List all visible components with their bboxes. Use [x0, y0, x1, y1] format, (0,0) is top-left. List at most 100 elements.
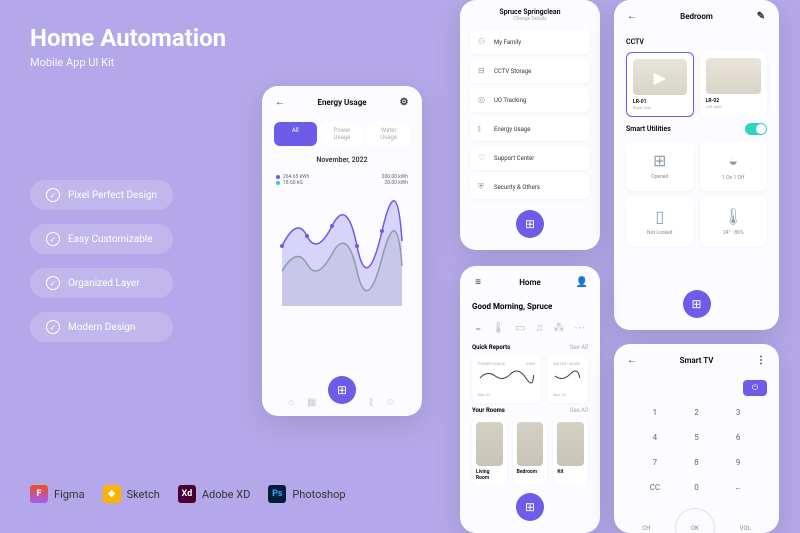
phone-energy: ← Energy Usage ⚙ All Power Usage Water U…: [262, 86, 422, 416]
fab-button[interactable]: ⊞: [516, 493, 544, 521]
back-icon[interactable]: ←: [626, 354, 638, 366]
dot-icon: [276, 175, 280, 179]
fab-button[interactable]: ⊞: [683, 290, 711, 318]
ok-button[interactable]: OK: [675, 508, 715, 533]
back-icon[interactable]: ←: [626, 10, 638, 22]
key-3[interactable]: 3: [717, 400, 759, 425]
cctv-thumbnail: ▶: [633, 59, 687, 95]
figma-icon: F: [30, 485, 48, 503]
tab-all[interactable]: All: [274, 122, 317, 146]
cat-music-icon[interactable]: ♫: [535, 321, 543, 334]
volume-label[interactable]: VOL: [740, 525, 751, 532]
see-all-link[interactable]: See All: [570, 344, 588, 351]
storage-icon: ⊟: [478, 66, 488, 76]
menu-security[interactable]: ⛨Security & Others: [470, 175, 590, 199]
key-back[interactable]: ←: [717, 475, 759, 500]
tab-water[interactable]: Water Usage: [367, 122, 410, 146]
utilities-label: Smart Utilities: [626, 125, 671, 133]
nav-user-icon[interactable]: ☺: [385, 397, 395, 408]
report-water[interactable]: WATER USAGE Nov 22: [547, 355, 588, 403]
nav-home-icon[interactable]: ⌂: [288, 397, 294, 408]
hero-subtitle: Mobile App UI Kit: [30, 56, 226, 69]
page-title: Bedroom: [638, 12, 755, 21]
avatar[interactable]: 👤: [576, 276, 588, 288]
thermometer-icon: 🌡: [706, 207, 762, 226]
key-0[interactable]: 0: [676, 475, 718, 500]
cat-thermo-icon[interactable]: 🌡: [491, 321, 505, 334]
key-4[interactable]: 4: [634, 425, 676, 450]
sketch-icon: ◆: [103, 485, 121, 503]
util-thermo[interactable]: 🌡24° · 86%: [700, 197, 768, 246]
util-curtain[interactable]: ⊞Opened: [626, 141, 694, 191]
room-card[interactable]: Living Room: [472, 418, 507, 485]
channel-label[interactable]: CH: [642, 525, 650, 532]
tool-figma: FFigma: [30, 485, 85, 503]
features-list: ✓Pixel Perfect Design ✓Easy Customizable…: [30, 180, 173, 342]
room-thumbnail: [557, 422, 584, 466]
feature-item: ✓Pixel Perfect Design: [30, 180, 173, 210]
menu-support[interactable]: ♡Support Center: [470, 146, 590, 170]
menu-energy[interactable]: ⫾Energy Usage: [470, 117, 590, 141]
phone-tv: ← Smart TV ⋮ ⏻ 1 2 3 4 5 6 7 8 9 CC 0 ← …: [614, 344, 779, 533]
util-door[interactable]: ▯Not Locked: [626, 197, 694, 246]
page-title: Energy Usage: [286, 98, 398, 107]
greeting: Good Morning, Spruce: [460, 298, 600, 315]
dot-icon: [276, 181, 280, 185]
chart-svg: [276, 196, 408, 316]
util-light[interactable]: ◒1 On 1 Off: [700, 141, 768, 191]
phone-bedroom: ← Bedroom ✎ CCTV ▶ LR-01 Right Side LR-0…: [614, 0, 779, 330]
menu-icon[interactable]: ≡: [472, 276, 484, 288]
cctv-card[interactable]: LR-02 Left Side: [700, 52, 767, 117]
cat-light-icon[interactable]: ◒: [475, 321, 482, 334]
edit-icon[interactable]: ✎: [755, 10, 767, 22]
cctv-card[interactable]: ▶ LR-01 Right Side: [626, 52, 694, 117]
key-9[interactable]: 9: [717, 450, 759, 475]
menu-cctv[interactable]: ⊟CCTV Storage: [470, 59, 590, 83]
rooms-label: Your Rooms: [472, 407, 505, 414]
key-2[interactable]: 2: [676, 400, 718, 425]
feature-item: ✓Easy Customizable: [30, 224, 173, 254]
tool-sketch: ◆Sketch: [103, 485, 160, 503]
energy-icon: ⫾: [478, 124, 488, 134]
fab-button[interactable]: ⊞: [328, 376, 356, 404]
key-8[interactable]: 8: [676, 450, 718, 475]
hero-title: Home Automation: [30, 24, 226, 52]
more-icon[interactable]: ⋮: [755, 354, 767, 366]
month-label: November, 2022: [262, 156, 422, 164]
play-icon[interactable]: ▶: [654, 68, 666, 87]
key-cc[interactable]: CC: [634, 475, 676, 500]
tools-row: FFigma ◆Sketch XdAdobe XD PsPhotoshop: [30, 485, 346, 503]
page-title: Home: [484, 278, 576, 287]
cat-pet-icon[interactable]: ⁂: [553, 321, 564, 334]
nav-chart-icon[interactable]: ⫾: [370, 397, 373, 408]
menu-tracking[interactable]: ◎UO Tracking: [470, 88, 590, 112]
key-6[interactable]: 6: [717, 425, 759, 450]
tab-power[interactable]: Power Usage: [321, 122, 364, 146]
phone-settings: Spruce Springclean Change Details ⚇My Fa…: [460, 0, 600, 250]
cat-tv-icon[interactable]: ▭: [515, 321, 525, 334]
room-card[interactable]: Bedroom: [513, 418, 548, 485]
report-power[interactable]: POWER USAGEKWH Nov 22: [472, 355, 541, 403]
reports-label: Quick Reports: [472, 344, 510, 351]
cat-more-icon[interactable]: ⋯: [574, 321, 585, 334]
see-all-link[interactable]: See All: [570, 407, 588, 414]
key-1[interactable]: 1: [634, 400, 676, 425]
tool-xd: XdAdobe XD: [178, 485, 251, 503]
nav-grid-icon[interactable]: ▦: [307, 397, 316, 408]
menu-family[interactable]: ⚇My Family: [470, 30, 590, 54]
back-icon[interactable]: ←: [274, 96, 286, 108]
ps-icon: Ps: [268, 485, 286, 503]
key-7[interactable]: 7: [634, 450, 676, 475]
fab-button[interactable]: ⊞: [516, 210, 544, 238]
tracking-icon: ◎: [478, 95, 488, 105]
profile-sub[interactable]: Change Details: [460, 16, 600, 22]
profile-name: Spruce Springclean: [460, 0, 600, 16]
gear-icon[interactable]: ⚙: [398, 96, 410, 108]
tool-ps: PsPhotoshop: [268, 485, 345, 503]
check-icon: ✓: [46, 188, 60, 202]
power-button[interactable]: ⏻: [743, 380, 767, 396]
room-card[interactable]: Kit: [553, 418, 588, 485]
utilities-toggle[interactable]: [745, 123, 767, 135]
feature-item: ✓Modern Design: [30, 312, 173, 342]
key-5[interactable]: 5: [676, 425, 718, 450]
